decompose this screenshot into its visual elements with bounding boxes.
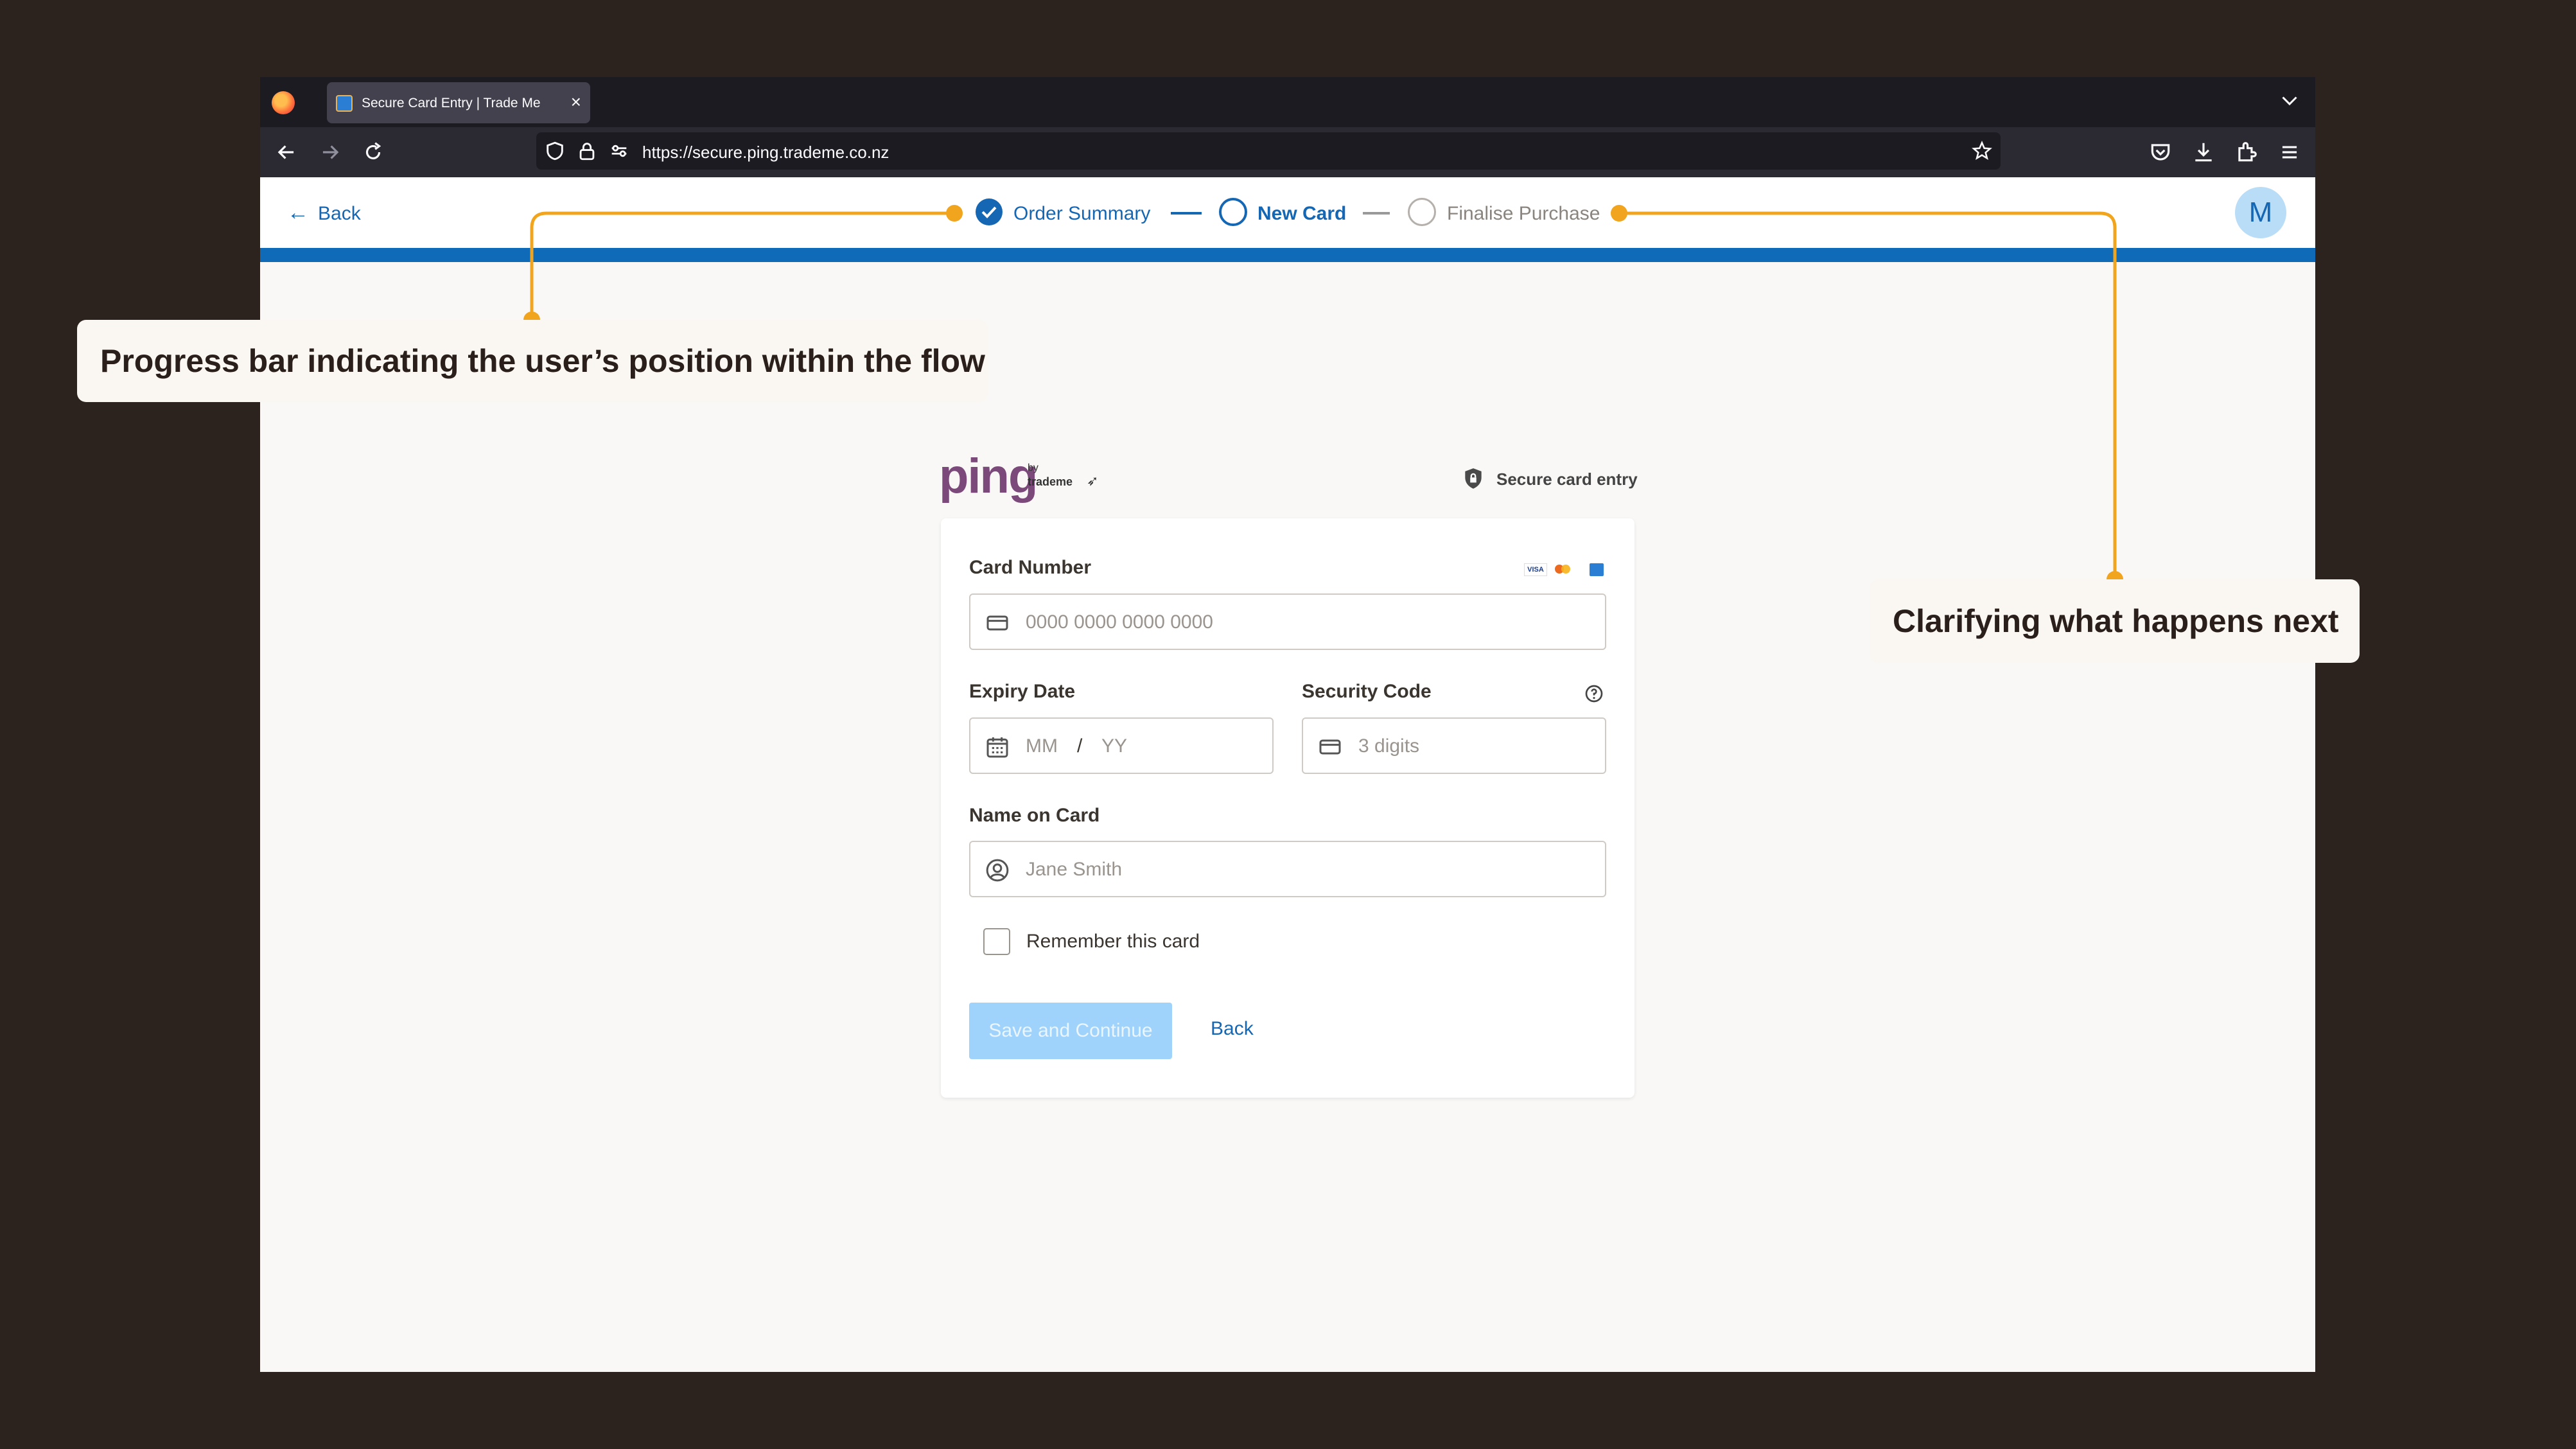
list-all-tabs-icon[interactable]: [2278, 89, 2301, 112]
lock-icon[interactable]: [576, 140, 598, 162]
bookmark-star-icon[interactable]: [1971, 140, 1993, 162]
amex-icon: [1590, 563, 1604, 576]
annotation-progress-bar: Progress bar indicating the user’s posit…: [77, 320, 988, 402]
header-accent-bar: [260, 248, 2315, 262]
name-on-card-field[interactable]: Jane Smith: [969, 841, 1606, 897]
security-code-label: Security Code: [1302, 681, 1432, 702]
logo-sub: trademe: [1028, 475, 1073, 488]
step-order-summary[interactable]: Order Summary: [1013, 203, 1150, 225]
logo-by: by: [1028, 462, 1038, 473]
back-arrow-icon[interactable]: [274, 140, 299, 164]
reload-icon[interactable]: [361, 140, 385, 164]
nav-bar: https://secure.ping.trademe.co.nz: [260, 127, 2315, 177]
app-header: ← Back Order Summary New Card Finalise Pu…: [260, 177, 2315, 248]
step-new-card: New Card: [1257, 203, 1347, 224]
forward-arrow-icon[interactable]: [318, 140, 342, 164]
remember-card-label[interactable]: Remember this card: [1026, 931, 1200, 953]
tab-favicon-icon: [336, 95, 353, 112]
credit-card-icon: [986, 615, 1008, 631]
menu-icon[interactable]: [2277, 140, 2302, 164]
permissions-icon[interactable]: [608, 140, 630, 162]
secure-card-entry-label: Secure card entry: [1496, 470, 1638, 489]
name-on-card-placeholder: Jane Smith: [1026, 859, 1123, 880]
step-complete-check-icon: [976, 198, 1003, 225]
card-form: Card Number VISA 0000 0000 0000 0000 Exp…: [941, 518, 1634, 1098]
pocket-icon[interactable]: [2148, 140, 2173, 164]
avatar[interactable]: M: [2235, 187, 2286, 238]
step-current-circle-icon: [1219, 198, 1247, 226]
url-text[interactable]: https://secure.ping.trademe.co.nz: [642, 143, 889, 162]
card-number-field[interactable]: 0000 0000 0000 0000: [969, 593, 1606, 650]
step-upcoming-circle-icon: [1408, 198, 1436, 226]
kiwi-icon: ➶: [1087, 473, 1099, 489]
shield-icon[interactable]: [544, 140, 566, 162]
expiry-date-field[interactable]: MM / YY: [969, 717, 1274, 774]
step-connector: [1363, 212, 1390, 215]
name-on-card-label: Name on Card: [969, 805, 1100, 826]
form-back-link[interactable]: Back: [1211, 1018, 1254, 1040]
browser-tab[interactable]: Secure Card Entry | Trade Me ×: [327, 82, 590, 123]
back-arrow-icon: ←: [287, 200, 309, 225]
downloads-icon[interactable]: [2191, 140, 2216, 164]
security-code-placeholder: 3 digits: [1358, 735, 1420, 757]
visa-icon: VISA: [1524, 563, 1547, 576]
header-back-label: Back: [318, 203, 361, 224]
ping-logo: ping by trademe ➶: [939, 451, 1132, 502]
annotation-next-steps: Clarifying what happens next: [1870, 579, 2360, 663]
expiry-month-placeholder: MM: [1026, 735, 1058, 757]
secure-shield-icon: [1465, 468, 1482, 489]
card-number-label: Card Number: [969, 557, 1092, 578]
step-connector: [1171, 212, 1202, 215]
help-circle-icon[interactable]: [1584, 683, 1604, 704]
logo-text: ping: [939, 449, 1038, 504]
callout-dot: [946, 205, 963, 222]
tab-bar: Secure Card Entry | Trade Me ×: [260, 77, 2315, 127]
remember-card-checkbox[interactable]: [983, 928, 1010, 955]
firefox-icon[interactable]: [272, 91, 295, 114]
tab-title: Secure Card Entry | Trade Me: [362, 96, 541, 110]
step-finalise-purchase: Finalise Purchase: [1447, 203, 1600, 224]
extensions-icon[interactable]: [2234, 140, 2259, 164]
mastercard-icon: [1552, 563, 1574, 575]
save-and-continue-button[interactable]: Save and Continue: [969, 1003, 1172, 1059]
calendar-icon: [986, 737, 1008, 758]
card-number-placeholder: 0000 0000 0000 0000: [1026, 611, 1213, 633]
user-circle-icon: [986, 859, 1009, 882]
expiry-year-placeholder: YY: [1101, 735, 1128, 757]
security-code-field[interactable]: 3 digits: [1302, 717, 1606, 774]
header-back-link[interactable]: ← Back: [287, 200, 361, 225]
credit-card-icon: [1319, 739, 1341, 755]
expiry-date-label: Expiry Date: [969, 681, 1076, 702]
url-bar[interactable]: https://secure.ping.trademe.co.nz: [536, 132, 2001, 170]
tab-close-icon[interactable]: ×: [571, 91, 581, 113]
expiry-separator: /: [1077, 735, 1083, 757]
callout-dot: [1611, 205, 1627, 222]
